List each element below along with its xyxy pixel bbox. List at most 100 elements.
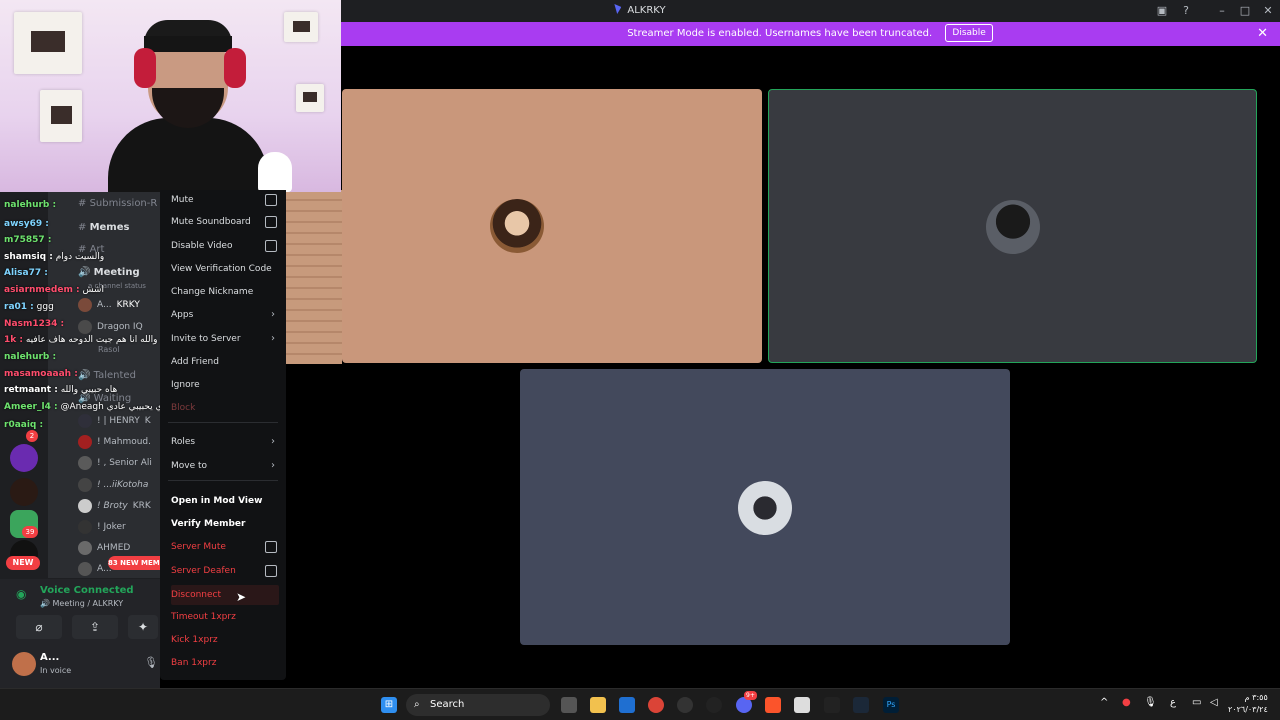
menu-roles[interactable]: Roles › — [171, 432, 279, 452]
video-tile-1[interactable] — [342, 89, 762, 363]
minimize-icon[interactable]: – — [1215, 4, 1229, 18]
checkbox[interactable] — [265, 216, 277, 228]
voice-member[interactable]: A... — [78, 560, 112, 578]
chrome-icon[interactable] — [648, 697, 664, 713]
store-icon[interactable] — [619, 697, 635, 713]
voice-member[interactable]: ! Joker — [78, 518, 126, 536]
chat-line: Alisa77 : — [4, 268, 48, 278]
chat-user: awsy69 : — [4, 219, 49, 229]
inbox-icon[interactable]: ▣ — [1155, 4, 1169, 18]
app-icon[interactable] — [794, 697, 810, 713]
maximize-icon[interactable]: □ — [1238, 4, 1252, 18]
video-tile-3[interactable] — [520, 369, 1010, 645]
start-icon[interactable]: ⊞ — [381, 697, 397, 713]
camera-off-icon[interactable]: ⌀ — [16, 615, 62, 639]
menu-block[interactable]: Block — [171, 398, 279, 418]
voice-member[interactable]: AHMED — [78, 539, 130, 557]
taskbar-clock[interactable]: ٣:٥٥ م ٢٠٢٦/٠٣/٢٤ — [1228, 692, 1268, 716]
avatar[interactable] — [12, 652, 36, 676]
discord-window: ALKRKY ▣ ? – □ ✕ Streamer Mode is enable… — [0, 0, 1280, 720]
disable-streamer-mode-button[interactable]: Disable — [945, 24, 993, 42]
new-members-badge[interactable]: 83 NEW MEMBERS — [108, 556, 168, 570]
menu-open-mod-view[interactable]: Open in Mod View — [171, 491, 279, 511]
file-explorer-icon[interactable] — [590, 697, 606, 713]
chat-line: shamsiq : والسيت دوام — [4, 252, 104, 262]
server-icon[interactable] — [10, 444, 38, 472]
discord-icon[interactable]: 9+ — [736, 691, 757, 713]
windows-taskbar: ⊞ ⌕ Search 9+ Ps ^ ● 🎙 ع ▭ ◁ ٣:٥٥ م ٢٠٢٦/٠… — [0, 688, 1280, 720]
microphone-icon[interactable]: 🎙 — [1144, 697, 1157, 708]
task-view-icon[interactable] — [561, 697, 577, 713]
clock-date: ٢٠٢٦/٠٣/٢٤ — [1228, 705, 1268, 714]
member-name: AHMED — [97, 543, 131, 553]
activities-icon[interactable]: ✦ — [128, 615, 158, 639]
channel-talented[interactable]: 🔊 Talented — [78, 370, 136, 381]
voice-member[interactable]: ! Broty KRK — [78, 497, 151, 515]
menu-apps[interactable]: Apps › — [171, 305, 279, 325]
brave-icon[interactable] — [765, 697, 781, 713]
menu-server-mute[interactable]: Server Mute — [171, 537, 279, 557]
steam-icon[interactable] — [853, 697, 869, 713]
menu-mute-soundboard[interactable]: Mute Soundboard — [171, 212, 279, 232]
voice-member[interactable]: ! ...iiKotoha — [78, 476, 148, 494]
network-icon[interactable]: ▭ — [1192, 697, 1201, 708]
member-name: Rasol — [98, 344, 120, 354]
menu-label: Ignore — [171, 380, 200, 390]
close-banner-icon[interactable]: ✕ — [1257, 22, 1268, 46]
video-tile-2[interactable] — [768, 89, 1257, 363]
menu-divider — [168, 422, 278, 423]
checkbox[interactable] — [265, 194, 277, 206]
voice-member[interactable]: ! Mahmoud. — [78, 433, 151, 451]
menu-label: Kick 1xprz — [171, 635, 218, 645]
menu-server-deafen[interactable]: Server Deafen — [171, 561, 279, 581]
new-badge[interactable]: NEW — [6, 556, 40, 570]
menu-ignore[interactable]: Ignore — [171, 375, 279, 395]
menu-kick[interactable]: Kick 1xprz — [171, 630, 279, 650]
menu-change-nickname[interactable]: Change Nickname — [171, 282, 279, 302]
chat-text: @Aneagh هذي يحبيبي عادي — [60, 402, 173, 412]
close-window-icon[interactable]: ✕ — [1261, 4, 1275, 18]
capcut-icon[interactable] — [824, 697, 840, 713]
menu-verify-member[interactable]: Verify Member — [171, 514, 279, 534]
tray-app-icon[interactable]: ● — [1122, 697, 1131, 708]
menu-disconnect[interactable]: Disconnect — [171, 585, 279, 605]
menu-add-friend[interactable]: Add Friend — [171, 352, 279, 372]
voice-member[interactable]: A... KRKY — [78, 296, 140, 314]
signal-icon[interactable]: ◉ — [16, 587, 30, 601]
menu-timeout[interactable]: Timeout 1xprz — [171, 607, 279, 627]
avatar — [78, 435, 92, 449]
avatar — [78, 456, 92, 470]
checkbox[interactable] — [265, 565, 277, 577]
voice-location-text: Meeting / ALKRKY — [52, 599, 124, 608]
menu-move-to[interactable]: Move to › — [171, 456, 279, 476]
voice-member[interactable]: ! | HENRY K — [78, 412, 151, 430]
menu-ban[interactable]: Ban 1xprz — [171, 653, 279, 673]
chevron-up-icon[interactable]: ^ — [1100, 697, 1108, 708]
taskbar-search[interactable]: ⌕ Search — [406, 694, 550, 716]
screen-share-icon[interactable]: ⇪ — [72, 615, 118, 639]
voice-member[interactable]: Dragon IQ — [78, 318, 143, 336]
app-icon[interactable] — [677, 697, 693, 713]
volume-icon[interactable]: ◁ — [1210, 697, 1218, 708]
channel-meeting[interactable]: 🔊 Meeting — [78, 267, 140, 278]
microphone-icon[interactable]: 🎙 — [144, 656, 158, 669]
participant-avatar — [986, 200, 1040, 254]
language-indicator[interactable]: ع — [1170, 697, 1176, 708]
obs-icon[interactable] — [706, 697, 722, 713]
channel-submission[interactable]: # Submission-R — [78, 198, 157, 209]
menu-mute[interactable]: Mute — [171, 190, 279, 210]
channel-memes[interactable]: # Memes — [78, 222, 129, 233]
chat-line: retmaant : هاه حبيبي والله — [4, 385, 117, 395]
checkbox[interactable] — [265, 240, 277, 252]
checkbox[interactable] — [265, 541, 277, 553]
photoshop-icon[interactable]: Ps — [883, 697, 899, 713]
voice-member[interactable]: ! , Senior Ali — [78, 454, 152, 472]
menu-invite[interactable]: Invite to Server › — [171, 329, 279, 349]
voice-location[interactable]: 🔊 Meeting / ALKRKY — [40, 599, 123, 608]
server-icon[interactable] — [10, 478, 38, 506]
menu-disable-video[interactable]: Disable Video — [171, 236, 279, 256]
help-icon[interactable]: ? — [1179, 4, 1193, 18]
menu-view-verification[interactable]: View Verification Code — [171, 259, 279, 279]
chat-line: r0aaiq : — [4, 420, 43, 430]
user-context-menu: Mute Mute Soundboard Disable Video View … — [160, 190, 286, 680]
